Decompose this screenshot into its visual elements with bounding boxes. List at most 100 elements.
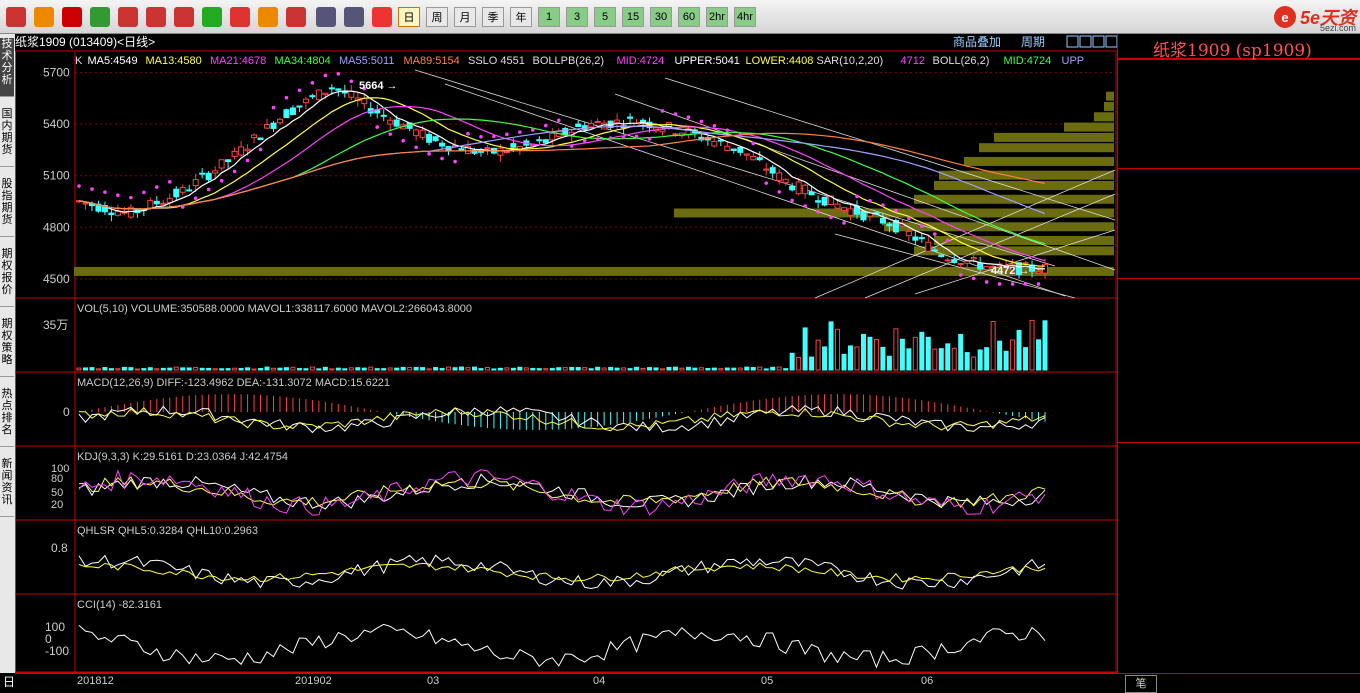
volume-bar: [912, 336, 918, 371]
tick-icon[interactable]: [372, 7, 392, 27]
candle-body: [173, 188, 180, 198]
candle-body: [575, 123, 582, 128]
candle-body: [951, 259, 958, 263]
sar-dot: [945, 238, 950, 243]
nav-item-3[interactable]: 期权报价: [0, 248, 14, 307]
volume-bar: [750, 367, 756, 371]
candle-body: [114, 210, 121, 216]
period-button-5[interactable]: 1: [538, 7, 560, 27]
table-icon[interactable]: [316, 7, 336, 27]
home-icon[interactable]: [6, 7, 26, 27]
period-button-6[interactable]: 3: [566, 7, 588, 27]
volume-bar: [180, 367, 186, 371]
sar-dot: [193, 196, 198, 201]
cci-y-tick: -100: [45, 644, 69, 658]
stat-row: [1118, 400, 1360, 420]
nav-item-6[interactable]: 新闻资讯: [0, 458, 14, 517]
volume-bar: [465, 367, 471, 371]
screen-icon[interactable]: [174, 7, 194, 27]
period-button-11[interactable]: 2hr: [706, 7, 728, 27]
sar-dot: [958, 273, 963, 277]
candle-body: [918, 237, 925, 240]
period-button-9[interactable]: 30: [650, 7, 672, 27]
vol-y-tick: 35万: [43, 318, 68, 332]
price-legend-item: 4712: [901, 55, 925, 67]
candle-body: [970, 257, 977, 260]
volume-bar: [536, 368, 542, 371]
period-button-3[interactable]: 季: [482, 7, 504, 27]
volume-bar: [154, 368, 160, 371]
period-button-0[interactable]: 日: [398, 7, 420, 27]
price-y-tick: 5700: [43, 66, 70, 80]
sar-dot: [492, 134, 496, 139]
pen-icon[interactable]: [202, 7, 222, 27]
sar-dot: [206, 187, 211, 192]
nav-item-4[interactable]: 期权策略: [0, 318, 14, 377]
volume-bar: [121, 366, 127, 371]
nav-item-1[interactable]: 国内期货: [0, 108, 14, 167]
brush-icon[interactable]: [230, 7, 250, 27]
sar-dot: [816, 209, 820, 214]
candle-body: [841, 207, 848, 211]
volume-bar: [439, 367, 445, 371]
chart-area[interactable]: 纸浆1909 (013409)<日线> 商品叠加 周期 5700 5400 5100 480…: [15, 34, 1117, 674]
volume-bar: [938, 348, 944, 371]
stat-row: [1118, 360, 1360, 380]
volume-bar: [789, 352, 795, 371]
sar-dot: [881, 203, 885, 207]
tick-row: [1118, 554, 1360, 574]
candle-body: [542, 139, 549, 143]
nav-item-0[interactable]: 技术分析: [0, 38, 14, 97]
filter-icon[interactable]: [258, 7, 278, 27]
f10-icon[interactable]: [62, 7, 82, 27]
volume-bar: [951, 347, 957, 371]
volume-bar: [647, 367, 653, 371]
sar-dot: [920, 224, 924, 229]
x-tick-label: 04: [593, 675, 606, 687]
price-legend-item: BOLL(26,2): [933, 55, 990, 67]
volume-bar: [835, 328, 841, 371]
candle-body: [789, 185, 796, 191]
volume-bar: [556, 367, 562, 371]
price-legend-item: UPPER:5041: [675, 55, 740, 67]
period-button-12[interactable]: 4hr: [734, 7, 756, 27]
list-icon[interactable]: [286, 7, 306, 27]
zoom-in-icon[interactable]: [118, 7, 138, 27]
period-button-1[interactable]: 周: [426, 7, 448, 27]
candle-body: [821, 196, 828, 206]
period-button-7[interactable]: 5: [594, 7, 616, 27]
volume-bar: [361, 367, 367, 371]
zoom-out-icon[interactable]: [146, 7, 166, 27]
period-button-2[interactable]: 月: [454, 7, 476, 27]
layers-icon[interactable]: [34, 7, 54, 27]
sar-dot: [388, 132, 392, 136]
nav-item-5[interactable]: 热点排名: [0, 388, 14, 447]
refresh-icon[interactable]: [90, 7, 110, 27]
volume-bar: [582, 367, 588, 371]
sar-dot: [142, 190, 146, 195]
price-legend-item: LOWER:4408: [746, 55, 814, 67]
sar-dot: [1036, 282, 1041, 286]
period-button-10[interactable]: 60: [678, 7, 700, 27]
candle-body: [419, 129, 426, 138]
cycle-link[interactable]: 周期: [1021, 35, 1045, 49]
period-button-4[interactable]: 年: [510, 7, 532, 27]
volume-bar: [634, 366, 640, 371]
price-legend-item: MA21:4678: [210, 55, 266, 67]
period-button-8[interactable]: 15: [622, 7, 644, 27]
volume-bar: [841, 353, 847, 371]
chart-svg[interactable]: 纸浆1909 (013409)<日线> 商品叠加 周期 5700 5400 5100 480…: [15, 34, 1117, 674]
candle-body: [212, 170, 219, 174]
candle-body: [439, 142, 446, 147]
sar-dot: [868, 198, 872, 203]
sar-dot: [971, 276, 976, 281]
volume-bar: [251, 368, 257, 371]
volume-bar: [867, 336, 873, 371]
nav-item-2[interactable]: 股指期货: [0, 178, 14, 237]
high-price-label: 5664 →: [359, 80, 398, 92]
tab-ticks[interactable]: 笔: [1125, 675, 1157, 693]
chart-icon[interactable]: [344, 7, 364, 27]
price-y-tick: 5400: [43, 117, 70, 131]
volume-bar: [387, 367, 393, 371]
overlay-link[interactable]: 商品叠加: [953, 34, 1001, 49]
